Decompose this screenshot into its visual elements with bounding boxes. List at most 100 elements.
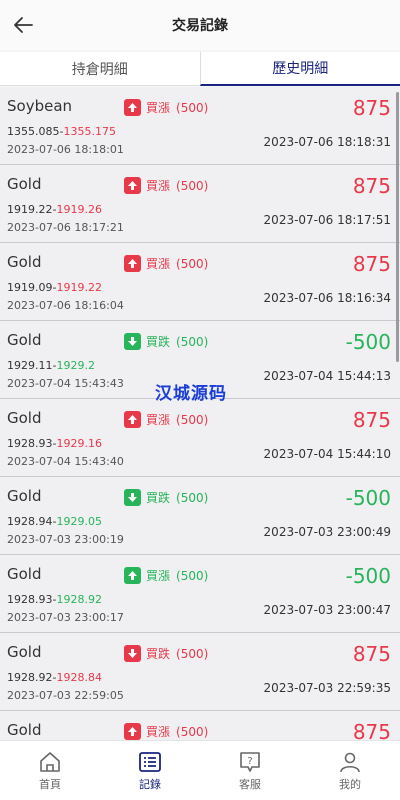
record-close-price: 1928.84 bbox=[56, 671, 102, 684]
record-close-price: 1919.22 bbox=[56, 281, 102, 294]
tab-positions[interactable]: 持倉明細 bbox=[0, 52, 200, 86]
record-symbol: Gold bbox=[7, 643, 42, 661]
record-close-price: 1919.26 bbox=[56, 203, 102, 216]
record-amount: (500) bbox=[176, 412, 209, 427]
nav-profile[interactable]: 我的 bbox=[300, 741, 400, 800]
record-symbol: Gold bbox=[7, 721, 42, 739]
record-row[interactable]: Gold 買漲 (500) 1919.09-1919.22 2023-07-06 18:… bbox=[0, 243, 400, 321]
record-prices: 1929.11-1929.2 bbox=[7, 359, 95, 372]
record-close-time: 2023-07-06 18:16:34 bbox=[263, 291, 391, 305]
record-open-time: 2023-07-04 15:43:43 bbox=[7, 377, 124, 390]
nav-records[interactable]: 記錄 bbox=[100, 741, 200, 800]
record-symbol: Gold bbox=[7, 565, 42, 583]
arrow-up-icon bbox=[124, 723, 141, 740]
nav-support[interactable]: ? 客服 bbox=[200, 741, 300, 800]
back-button[interactable] bbox=[10, 12, 36, 38]
nav-home-label: 首頁 bbox=[39, 778, 61, 791]
record-row[interactable]: Gold 買跌 (500) 1928.92-1928.84 2023-07-03 22:… bbox=[0, 633, 400, 711]
svg-text:?: ? bbox=[247, 756, 252, 767]
record-prices: 1928.93-1928.92 bbox=[7, 593, 102, 606]
nav-profile-label: 我的 bbox=[339, 778, 361, 791]
page-title: 交易記錄 bbox=[172, 18, 228, 34]
record-direction: 買漲 (500) bbox=[124, 99, 208, 116]
history-list[interactable]: Soybean 買漲 (500) 1355.085-1355.175 2023-07-0… bbox=[0, 87, 400, 740]
record-amount: (500) bbox=[176, 178, 209, 193]
record-close-time: 2023-07-06 18:18:31 bbox=[263, 135, 391, 149]
record-direction-label: 買漲 bbox=[146, 725, 171, 739]
record-open-price: 1928.93- bbox=[7, 437, 57, 450]
record-direction: 買跌 (500) bbox=[124, 489, 208, 506]
record-open-time: 2023-07-06 18:16:04 bbox=[7, 299, 124, 312]
record-prices: 1355.085-1355.175 bbox=[7, 125, 116, 138]
record-open-time: 2023-07-04 15:43:40 bbox=[7, 455, 124, 468]
record-direction-label: 買漲 bbox=[146, 569, 171, 583]
records-icon bbox=[139, 752, 161, 772]
nav-home[interactable]: 首頁 bbox=[0, 741, 100, 800]
record-open-price: 1929.11- bbox=[7, 359, 57, 372]
arrow-down-icon bbox=[124, 333, 141, 350]
record-amount: (500) bbox=[176, 100, 209, 115]
record-open-price: 1928.93- bbox=[7, 593, 57, 606]
record-open-price: 1355.085- bbox=[7, 125, 64, 138]
profile-icon bbox=[340, 752, 360, 773]
record-direction: 買漲 (500) bbox=[124, 255, 208, 272]
record-pnl: 875 bbox=[352, 642, 391, 666]
record-pnl: 875 bbox=[352, 174, 391, 198]
record-row[interactable]: Gold 買漲 (500) 875 bbox=[0, 711, 400, 740]
record-direction: 買漲 (500) bbox=[124, 177, 208, 194]
record-close-price: 1929.2 bbox=[56, 359, 95, 372]
record-amount: (500) bbox=[176, 646, 209, 661]
record-symbol: Gold bbox=[7, 253, 42, 271]
arrow-up-icon bbox=[124, 177, 141, 194]
record-close-time: 2023-07-03 22:59:35 bbox=[263, 681, 391, 695]
record-open-price: 1919.09- bbox=[7, 281, 57, 294]
record-close-price: 1928.92 bbox=[56, 593, 102, 606]
record-direction: 買漲 (500) bbox=[124, 723, 208, 740]
record-direction-label: 買跌 bbox=[146, 647, 171, 661]
home-icon bbox=[40, 752, 60, 772]
record-open-price: 1928.92- bbox=[7, 671, 57, 684]
tab-history[interactable]: 歷史明細 bbox=[199, 52, 400, 86]
record-close-time: 2023-07-03 23:00:49 bbox=[263, 525, 391, 539]
header-bar: 交易記錄 bbox=[0, 0, 400, 50]
record-prices: 1919.09-1919.22 bbox=[7, 281, 102, 294]
record-direction-label: 買漲 bbox=[146, 101, 171, 115]
record-prices: 1928.93-1929.16 bbox=[7, 437, 102, 450]
arrow-up-icon bbox=[124, 567, 141, 584]
nav-records-label: 記錄 bbox=[139, 778, 161, 791]
record-row[interactable]: Gold 買漲 (500) 1928.93-1928.92 2023-07-03 23:… bbox=[0, 555, 400, 633]
record-row[interactable]: Gold 買漲 (500) 1919.22-1919.26 2023-07-06 18:… bbox=[0, 165, 400, 243]
arrow-left-icon bbox=[14, 17, 33, 33]
record-open-time: 2023-07-06 18:17:21 bbox=[7, 221, 124, 234]
record-open-time: 2023-07-03 23:00:17 bbox=[7, 611, 124, 624]
record-direction-label: 買漲 bbox=[146, 257, 171, 271]
record-row[interactable]: Gold 買跌 (500) 1928.94-1929.05 2023-07-03 23:… bbox=[0, 477, 400, 555]
record-close-price: 1929.16 bbox=[56, 437, 102, 450]
record-prices: 1919.22-1919.26 bbox=[7, 203, 102, 216]
nav-support-label: 客服 bbox=[239, 778, 261, 791]
record-amount: (500) bbox=[176, 724, 209, 739]
record-close-time: 2023-07-06 18:17:51 bbox=[263, 213, 391, 227]
record-direction: 買跌 (500) bbox=[124, 645, 208, 662]
record-amount: (500) bbox=[176, 568, 209, 583]
tab-bar: 持倉明細 歷史明細 bbox=[0, 52, 400, 86]
record-direction-label: 買跌 bbox=[146, 335, 171, 349]
record-direction-label: 買漲 bbox=[146, 179, 171, 193]
record-symbol: Gold bbox=[7, 487, 42, 505]
scrollbar[interactable] bbox=[396, 92, 399, 362]
record-direction: 買跌 (500) bbox=[124, 333, 208, 350]
record-prices: 1928.92-1928.84 bbox=[7, 671, 102, 684]
record-pnl: 875 bbox=[352, 720, 391, 740]
record-row[interactable]: Gold 買漲 (500) 1928.93-1929.16 2023-07-04 15:… bbox=[0, 399, 400, 477]
arrow-up-icon bbox=[124, 411, 141, 428]
record-direction-label: 買漲 bbox=[146, 413, 171, 427]
record-direction: 買漲 (500) bbox=[124, 411, 208, 428]
record-pnl: 875 bbox=[352, 96, 391, 120]
record-direction: 買漲 (500) bbox=[124, 567, 208, 584]
record-row[interactable]: Soybean 買漲 (500) 1355.085-1355.175 2023-07-0… bbox=[0, 87, 400, 165]
record-symbol: Gold bbox=[7, 175, 42, 193]
record-pnl: -500 bbox=[345, 486, 391, 510]
record-symbol: Soybean bbox=[7, 97, 73, 115]
record-open-price: 1928.94- bbox=[7, 515, 57, 528]
arrow-down-icon bbox=[124, 645, 141, 662]
